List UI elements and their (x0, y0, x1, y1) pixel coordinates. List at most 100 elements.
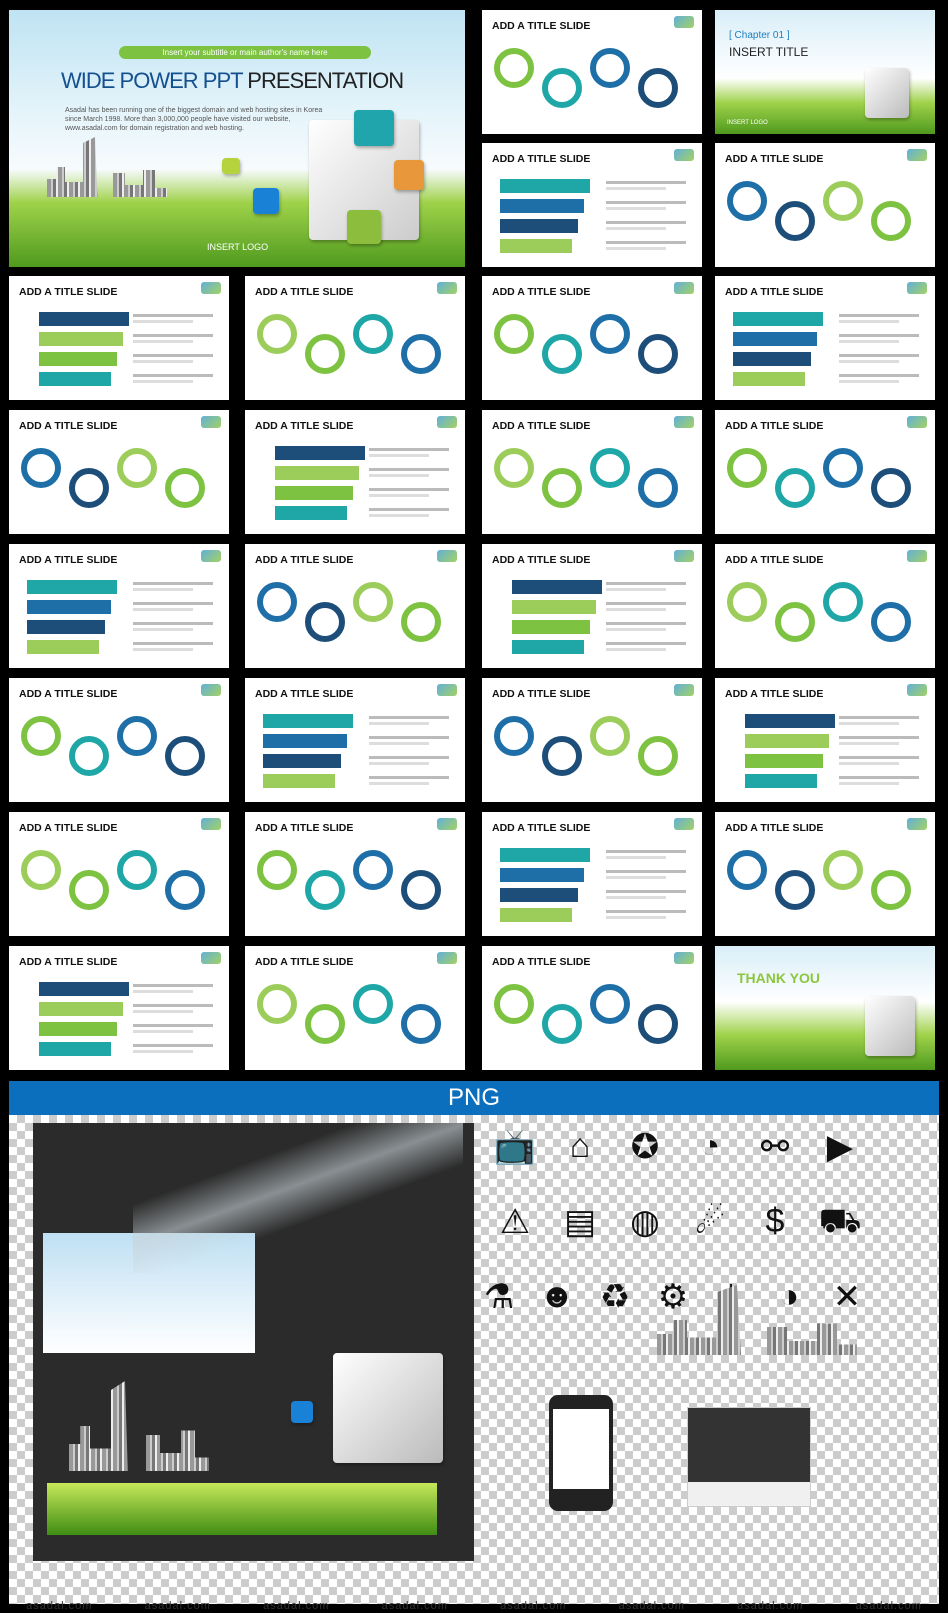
slide-thumbnail[interactable]: ADD A TITLE SLIDE (482, 946, 702, 1070)
city-skyline-image (47, 137, 167, 197)
teal-cube (354, 110, 394, 146)
slide-thumbnail[interactable]: ADD A TITLE SLIDE (9, 544, 229, 668)
slide-thumbnail[interactable]: ADD A TITLE SLIDE (245, 544, 465, 668)
chapter-slide-thumbnail[interactable]: [ Chapter 01 ] INSERT TITLE INSERT LOGO (715, 10, 935, 134)
slide-graphic (727, 304, 923, 390)
thumbnail-title: ADD A TITLE SLIDE (19, 956, 118, 968)
logo-icon (674, 16, 694, 28)
home-icon: ⌂ (569, 1127, 591, 1165)
logo-icon (907, 149, 927, 161)
logo-icon (201, 416, 221, 428)
slide-thumbnail[interactable]: ADD A TITLE SLIDE (9, 678, 229, 802)
orange-cube (394, 160, 424, 190)
thumbnail-title: ADD A TITLE SLIDE (725, 688, 824, 700)
slide-title: WIDE POWER PPT PRESENTATION (61, 68, 404, 94)
warning-icon: ⚠ (499, 1203, 531, 1241)
logo-icon (437, 818, 457, 830)
watermark: asadal.com (737, 1600, 804, 1612)
watermark: asadal.com (381, 1600, 448, 1612)
cube-image (333, 1353, 443, 1463)
slide-graphic (727, 171, 923, 257)
logo-icon (201, 550, 221, 562)
logo-icon (674, 282, 694, 294)
slide-thumbnail[interactable]: ADD A TITLE SLIDE (715, 812, 935, 936)
logo-icon (437, 952, 457, 964)
slide-thumbnail[interactable]: ADD A TITLE SLIDE (245, 678, 465, 802)
thank-you-title: THANK YOU (737, 970, 820, 986)
slide-thumbnail[interactable]: ADD A TITLE SLIDE (482, 276, 702, 400)
phone-image (549, 1395, 613, 1511)
slide-graphic (727, 572, 923, 658)
rss-icon: ◔ (699, 1127, 721, 1165)
thumbnail-title: ADD A TITLE SLIDE (492, 20, 591, 32)
insert-logo: INSERT LOGO (207, 242, 269, 252)
watermark: asadal.com (26, 1600, 93, 1612)
slide-thumbnail[interactable]: ADD A TITLE SLIDE (245, 410, 465, 534)
slide-thumbnail[interactable]: ADD A TITLE SLIDE (245, 812, 465, 936)
slide-thumbnail[interactable]: ADD A TITLE SLIDE (9, 410, 229, 534)
chapter-title: INSERT TITLE (729, 45, 809, 59)
slide-graphic (494, 840, 690, 926)
watermark: asadal.com (144, 1600, 211, 1612)
watermark: asadal.com (263, 1600, 330, 1612)
slide-thumbnail[interactable]: ADD A TITLE SLIDE (9, 812, 229, 936)
video-icon: ▶ (826, 1128, 854, 1166)
city-image (69, 1381, 209, 1471)
slide-graphic (494, 974, 690, 1060)
logo-icon (674, 952, 694, 964)
logo-icon (437, 550, 457, 562)
slide-thumbnail[interactable]: ADD A TITLE SLIDE (715, 276, 935, 400)
slide-graphic (494, 438, 690, 524)
slide-thumbnail[interactable]: ADD A TITLE SLIDE (245, 276, 465, 400)
slide-graphic (494, 706, 690, 792)
slide-thumbnail[interactable]: ADD A TITLE SLIDE (482, 812, 702, 936)
slide-graphic (257, 974, 453, 1060)
thumbnail-title: ADD A TITLE SLIDE (19, 554, 118, 566)
insert-logo: INSERT LOGO (727, 120, 768, 126)
blue-cube (291, 1401, 313, 1423)
thumbnail-title: ADD A TITLE SLIDE (725, 153, 824, 165)
slide-graphic (21, 438, 217, 524)
slide-thumbnail[interactable]: ADD A TITLE SLIDE (715, 410, 935, 534)
tv-icon: 📺 (493, 1128, 537, 1166)
slide-thumbnail[interactable]: ADD A TITLE SLIDE (715, 143, 935, 267)
slide-graphic (727, 706, 923, 792)
subtitle-pill: Insert your subtitle or main author's na… (119, 46, 371, 59)
thumbnail-title: ADD A TITLE SLIDE (725, 286, 824, 298)
watermark: asadal.com (618, 1600, 685, 1612)
thumbnail-title: ADD A TITLE SLIDE (255, 286, 354, 298)
thumbnail-title: ADD A TITLE SLIDE (255, 554, 354, 566)
slide-graphic (257, 840, 453, 926)
logo-icon (201, 282, 221, 294)
watermark: asadal.com (855, 1600, 922, 1612)
slide-thumbnail[interactable]: ADD A TITLE SLIDE (245, 946, 465, 1070)
slide-thumbnail[interactable]: ADD A TITLE SLIDE (482, 10, 702, 134)
thumbnail-title: ADD A TITLE SLIDE (255, 420, 354, 432)
slide-thumbnail[interactable]: ADD A TITLE SLIDE (715, 678, 935, 802)
thumbnail-title: ADD A TITLE SLIDE (19, 822, 118, 834)
slide-thumbnail[interactable]: ADD A TITLE SLIDE (9, 946, 229, 1070)
chapter-label: [ Chapter 01 ] (729, 30, 790, 41)
slide-thumbnail[interactable]: ADD A TITLE SLIDE (9, 276, 229, 400)
slide-thumbnail[interactable]: ADD A TITLE SLIDE (482, 410, 702, 534)
title-slide[interactable]: Insert your subtitle or main author's na… (9, 10, 465, 267)
slide-thumbnail[interactable]: ADD A TITLE SLIDE (482, 143, 702, 267)
thumbnail-title: ADD A TITLE SLIDE (19, 420, 118, 432)
green-cube (347, 210, 381, 244)
battery-icon: ▤ (563, 1203, 597, 1241)
logo-icon (907, 684, 927, 696)
logo-icon (674, 416, 694, 428)
thumbnail-title: ADD A TITLE SLIDE (492, 153, 591, 165)
mouse-icon: ◑ (778, 1277, 800, 1315)
award-icon: ✪ (630, 1128, 660, 1166)
slide-thumbnail[interactable]: ADD A TITLE SLIDE (715, 544, 935, 668)
logo-icon (674, 149, 694, 161)
thumbnail-title: ADD A TITLE SLIDE (492, 956, 591, 968)
logo-icon (201, 684, 221, 696)
thumbnail-title: ADD A TITLE SLIDE (255, 688, 354, 700)
slide-thumbnail[interactable]: ADD A TITLE SLIDE (482, 544, 702, 668)
user-add-icon: ☻ (539, 1277, 575, 1315)
slide-thumbnail[interactable]: ADD A TITLE SLIDE (482, 678, 702, 802)
logo-icon (907, 818, 927, 830)
thank-you-slide-thumbnail[interactable]: THANK YOU (715, 946, 935, 1070)
